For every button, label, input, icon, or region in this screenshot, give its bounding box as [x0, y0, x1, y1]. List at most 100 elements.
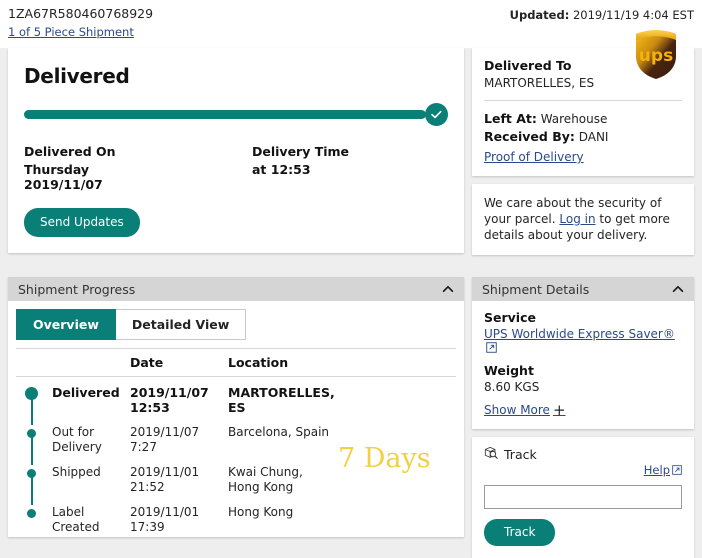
row-date: 2019/11/07 7:27 [130, 425, 228, 455]
received-by-row: Received By: DANI [484, 128, 682, 146]
track-button[interactable]: Track [484, 519, 556, 546]
page-header: 1ZA67R580460768929 1 of 5 Piece Shipment… [0, 0, 702, 48]
ups-logo: ups [632, 28, 680, 80]
timeline-marker [16, 385, 52, 425]
received-by-label: Received By: [484, 129, 575, 144]
row-time-value: 12:53 [130, 400, 170, 415]
row-status-line1: Shipped [52, 465, 101, 479]
timeline-marker [16, 505, 52, 535]
shipment-progress-header[interactable]: Shipment Progress [8, 277, 464, 301]
ups-tracking-page: 1ZA67R580460768929 1 of 5 Piece Shipment… [0, 0, 702, 558]
column-header-marker [16, 355, 52, 370]
row-location-line1: Hong Kong [228, 505, 294, 519]
svg-text:ups: ups [639, 46, 673, 66]
shipment-details-title: Shipment Details [482, 281, 590, 297]
table-header-row: Date Location [16, 349, 456, 377]
timeline-marker [16, 465, 52, 505]
show-more-label: Show More [484, 403, 550, 417]
delivered-on-date: 2019/11/07 [24, 177, 103, 192]
divider [484, 100, 682, 101]
received-by-value: DANI [578, 130, 609, 144]
delivered-on-block: Delivered On Thursday 2019/11/07 [24, 144, 252, 192]
timeline-dot-icon [27, 509, 36, 518]
chevron-up-icon[interactable] [671, 282, 685, 299]
row-time-value: 7:27 [130, 440, 157, 454]
external-link-icon [486, 342, 497, 356]
row-status-line1: Delivered [52, 385, 120, 400]
row-location-line2: Hong Kong [228, 480, 294, 494]
piece-shipment-link[interactable]: 1 of 5 Piece Shipment [8, 24, 134, 40]
table-row: Out for Delivery 2019/11/07 7:27 Barcelo… [16, 417, 456, 465]
row-date: 2019/11/01 21:52 [130, 465, 228, 495]
tab-detailed-view[interactable]: Detailed View [115, 309, 247, 340]
tab-overview[interactable]: Overview [16, 309, 116, 340]
shipment-progress-title: Shipment Progress [18, 281, 136, 297]
delivery-progress-bar [24, 103, 448, 128]
row-location: Barcelona, Spain [228, 425, 456, 455]
help-label: Help [643, 463, 670, 477]
row-location: MARTORELLES, ES [228, 385, 456, 415]
weight-label: Weight [484, 363, 534, 378]
row-status-line1: Label [52, 505, 85, 519]
track-widget-title: Track [504, 447, 537, 462]
left-at-label: Left At: [484, 111, 537, 126]
row-location: Hong Kong [228, 505, 456, 535]
track-input[interactable] [484, 485, 682, 509]
send-updates-button[interactable]: Send Updates [24, 208, 140, 237]
delivery-info-columns: Delivered On Thursday 2019/11/07 Deliver… [24, 144, 448, 192]
shipment-details-body: Service UPS Worldwide Express Saver® Wei… [472, 301, 694, 429]
row-location-line1: MARTORELLES, [228, 385, 335, 400]
left-at-value: Warehouse [540, 112, 608, 126]
row-status-line1: Out for [52, 425, 95, 439]
row-status: Shipped [52, 465, 130, 495]
row-date-value: 2019/11/07 [130, 385, 209, 400]
weight-value: 8.60 KGS [484, 380, 540, 394]
row-status: Label Created [52, 505, 130, 535]
chevron-up-icon[interactable] [441, 282, 455, 299]
details-column: Shipment Details Service UPS Worldwide E… [472, 277, 694, 558]
shipment-details-header[interactable]: Shipment Details [472, 277, 694, 301]
delivered-on-label: Delivered On [24, 144, 116, 159]
column-header-location: Location [228, 355, 289, 370]
row-time-value: 21:52 [130, 480, 165, 494]
service-value-link[interactable]: UPS Worldwide Express Saver® [484, 327, 682, 356]
check-circle-icon [425, 103, 448, 126]
progress-view-tabs: Overview Detailed View [8, 301, 464, 340]
delivery-status-card: Delivered Delivered On Thursday 2019/11/… [8, 48, 464, 253]
log-in-link[interactable]: Log in [559, 212, 595, 226]
delivery-time-block: Delivery Time at 12:53 [252, 144, 349, 192]
show-more-link[interactable]: Show More + [484, 401, 566, 419]
row-location-line1: Barcelona, Spain [228, 425, 330, 439]
row-date-value: 2019/11/01 [130, 505, 200, 519]
row-date: 2019/11/07 12:53 [130, 385, 228, 415]
updated-label: Updated: [509, 8, 570, 22]
service-label: Service [484, 310, 536, 325]
package-search-icon [484, 446, 498, 463]
delivered-on-day: Thursday [24, 162, 90, 177]
track-widget: Track Help Track [472, 437, 694, 558]
row-status: Out for Delivery [52, 425, 130, 455]
progress-track-fill [24, 110, 426, 119]
table-row: Label Created 2019/11/01 17:39 Hong Kong [16, 497, 456, 537]
row-time-value: 17:39 [130, 520, 165, 534]
shipment-details-panel: Shipment Details Service UPS Worldwide E… [472, 277, 694, 429]
shipment-progress-rows: Delivered 2019/11/07 12:53 MARTORELLES, … [16, 377, 456, 537]
proof-of-delivery-link[interactable]: Proof of Delivery [484, 150, 584, 164]
row-location: Kwai Chung, Hong Kong [228, 465, 456, 495]
row-date-value: 2019/11/07 [130, 425, 200, 439]
timeline-marker [16, 425, 52, 465]
external-link-icon [672, 464, 682, 478]
row-date-value: 2019/11/01 [130, 465, 200, 479]
row-date: 2019/11/01 17:39 [130, 505, 228, 535]
row-location-line1: Kwai Chung, [228, 465, 303, 479]
help-link[interactable]: Help [644, 463, 682, 478]
updated-value: 2019/11/19 4:04 EST [572, 8, 694, 22]
left-at-row: Left At: Warehouse [484, 110, 682, 128]
main-content-row: Delivered Delivered On Thursday 2019/11/… [0, 48, 702, 255]
row-status-line2: Delivery [52, 440, 102, 454]
security-notice-card: We care about the security of your parce… [472, 184, 694, 255]
shipment-progress-panel: Shipment Progress Overview Detailed View… [8, 277, 464, 537]
shipment-progress-table: Date Location Delivered 2019/11/07 12:53… [16, 348, 456, 537]
last-updated: Updated: 2019/11/19 4:04 EST [510, 8, 694, 22]
service-value-text: UPS Worldwide Express Saver® [484, 327, 675, 341]
